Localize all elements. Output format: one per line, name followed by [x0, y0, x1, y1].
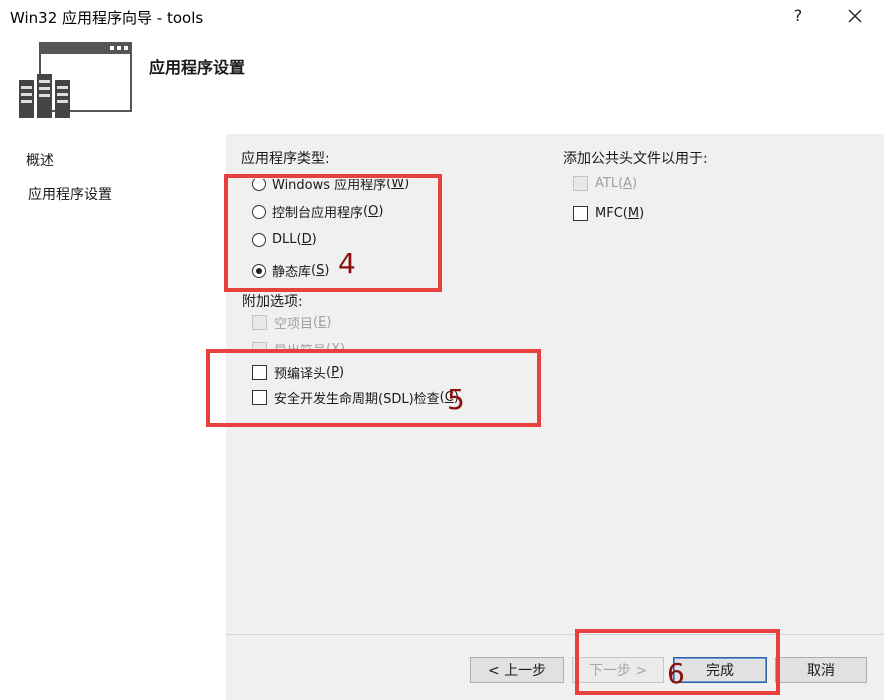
checkbox-atl-label: ATL — [595, 176, 619, 191]
checkbox-mfc[interactable]: MFC(M) — [573, 206, 644, 221]
title-bar: Win32 应用程序向导 - tools ? — [0, 0, 884, 34]
radio-console-app-label: 控制台应用程序 — [272, 206, 364, 221]
radio-button[interactable] — [252, 179, 266, 191]
checkbox[interactable] — [573, 206, 588, 221]
checkbox[interactable] — [252, 315, 267, 330]
app-type-label: 应用程序类型: — [241, 151, 330, 167]
radio-button[interactable] — [252, 232, 266, 247]
radio-console-app[interactable]: 控制台应用程序(O) — [252, 202, 383, 221]
common-headers-label: 添加公共头文件以用于: — [563, 151, 708, 167]
window-title: Win32 应用程序向导 - tools — [10, 9, 204, 27]
radio-dll[interactable]: DLL(D) — [252, 232, 317, 247]
radio-static-lib[interactable]: 静态库(S) — [252, 261, 329, 280]
checkbox-empty-project-label: 空项目 — [274, 317, 314, 332]
extra-options-label: 附加选项: — [242, 294, 303, 310]
checkbox-atl[interactable]: ATL(A) — [573, 176, 637, 191]
checkbox-precompiled-header-label: 预编译头 — [274, 367, 327, 382]
wizard-window-servers-icon — [19, 42, 132, 118]
help-button[interactable]: ? — [786, 4, 810, 28]
checkbox-sdl-checks-label: 安全开发生命周期(SDL)检查 — [274, 392, 440, 407]
close-button[interactable] — [841, 4, 869, 28]
radio-windows-app-label: Windows 应用程序 — [272, 179, 387, 191]
cancel-button[interactable]: 取消 — [775, 657, 867, 683]
close-icon — [848, 9, 862, 23]
checkbox-export-symbols[interactable]: 导出符号(X) — [252, 340, 345, 352]
sidebar: 概述 应用程序设置 — [0, 134, 224, 700]
checkbox-export-symbols-label: 导出符号 — [274, 344, 327, 352]
radio-windows-app[interactable]: Windows 应用程序(W) — [252, 179, 409, 191]
radio-static-lib-label: 静态库 — [272, 265, 312, 280]
checkbox-precompiled-header[interactable]: 预编译头(P) — [252, 363, 344, 382]
finish-button[interactable]: 完成 — [673, 657, 767, 683]
annotation-number-6: 6 — [667, 657, 685, 690]
checkbox[interactable] — [252, 365, 267, 380]
app-type-windows-clip: Windows 应用程序(W) — [246, 179, 446, 191]
checkbox-sdl-checks[interactable]: 安全开发生命周期(SDL)检查(C) — [252, 388, 459, 407]
annotation-number-4: 4 — [338, 247, 356, 280]
next-button[interactable]: 下一步 > — [572, 657, 664, 683]
export-symbols-clip: 导出符号(X) — [246, 340, 446, 352]
checkbox-empty-project[interactable]: 空项目(E) — [252, 313, 331, 332]
page-title: 应用程序设置 — [149, 58, 246, 77]
prev-button[interactable]: < 上一步 — [470, 657, 564, 683]
checkbox[interactable] — [573, 176, 588, 191]
checkbox-mfc-label: MFC — [595, 206, 623, 221]
wizard-header: 应用程序设置 — [0, 34, 884, 134]
radio-button-selected[interactable] — [252, 263, 266, 278]
checkbox[interactable] — [252, 342, 267, 352]
sidebar-item-app-settings[interactable]: 应用程序设置 — [28, 184, 112, 204]
radio-button[interactable] — [252, 204, 266, 219]
checkbox[interactable] — [252, 390, 267, 405]
wizard-footer: < 上一步 下一步 > 完成 取消 — [226, 635, 884, 700]
sidebar-item-overview[interactable]: 概述 — [26, 150, 54, 170]
radio-dll-label: DLL — [272, 232, 297, 247]
annotation-number-5: 5 — [447, 383, 465, 416]
